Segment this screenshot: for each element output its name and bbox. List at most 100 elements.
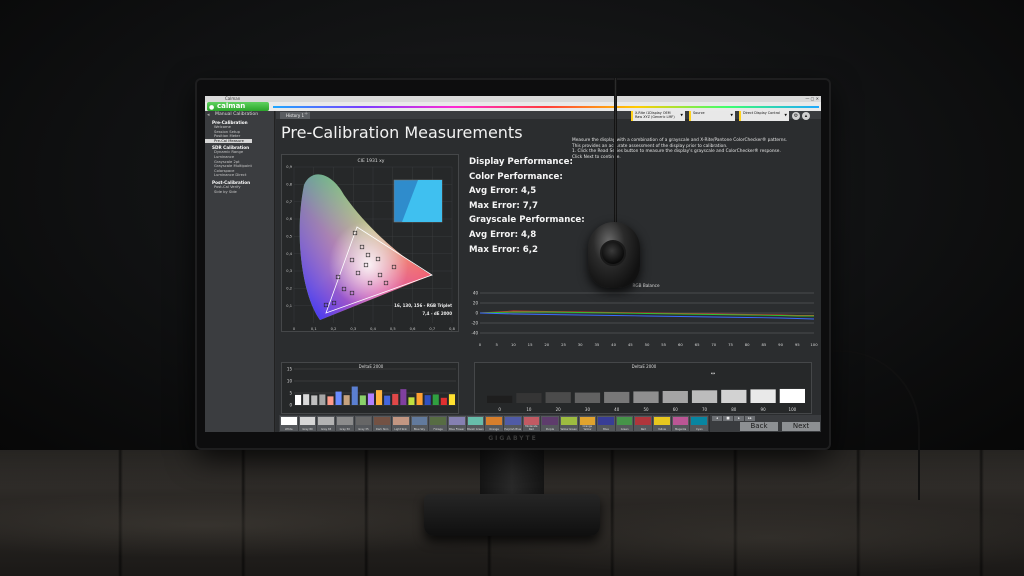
swatch-label: Yellow Green bbox=[560, 428, 577, 431]
x-tick-label: 0 bbox=[498, 407, 501, 412]
patch-swatch[interactable]: Gray 50 bbox=[335, 416, 354, 431]
patch-swatch[interactable]: Orange Yellow bbox=[578, 416, 597, 431]
patch-swatch[interactable]: Bluish Green bbox=[466, 416, 485, 431]
x-tick-label: 75 bbox=[728, 342, 733, 347]
rgb-chart-title: RGB Balance bbox=[632, 283, 659, 288]
color-de-panel: DeltaE 2000 15 10 5 0 bbox=[281, 362, 459, 414]
swatch-color bbox=[430, 417, 446, 425]
display-select-value: Direct Display Control bbox=[743, 111, 781, 115]
swatch-color bbox=[523, 417, 540, 425]
y-tick-label: 40 bbox=[473, 290, 479, 295]
back-label: Back bbox=[750, 422, 768, 430]
de-bar bbox=[319, 394, 326, 405]
cie-title: CIE 1931 xy bbox=[358, 158, 385, 164]
swatch-label: Bluish Green bbox=[467, 428, 484, 431]
swatch-label: White bbox=[285, 428, 293, 431]
stop-icon[interactable]: ■ bbox=[723, 416, 733, 421]
swatch-color bbox=[374, 417, 390, 425]
swatch-label: Yellow bbox=[657, 428, 666, 431]
x-tick-label: 10 bbox=[526, 407, 532, 412]
patch-swatch[interactable]: Yellow Green bbox=[559, 416, 578, 431]
mini-controls: ◂ ■ ▸ ▸▸ bbox=[712, 416, 755, 421]
cie-chart: CIE 1931 xy 0 0,1 0,2 0,3 0,4 0,5 0,6 0,7 0,8 0,9… bbox=[286, 158, 455, 331]
y-tick-label: 0,2 bbox=[286, 287, 292, 291]
swatch-label: Blue Flower bbox=[449, 428, 465, 431]
patch-swatch[interactable]: Gray 80 bbox=[298, 416, 317, 431]
sidebar-heading: Manual Calibration bbox=[215, 112, 259, 117]
y-tick-label: -40 bbox=[471, 330, 478, 335]
patch-swatch-strip: White Gray 80 Gray 65 Gray 50 Gray 35 Dark Sk… bbox=[279, 415, 709, 432]
patch-swatch[interactable]: Blue bbox=[597, 416, 615, 431]
next-button[interactable]: Next bbox=[782, 422, 820, 431]
patch-swatch[interactable]: Yellow bbox=[653, 416, 671, 431]
de-bar bbox=[343, 395, 350, 405]
patch-swatch[interactable]: Purple bbox=[541, 416, 559, 431]
patch-swatch[interactable]: Magenta bbox=[671, 416, 690, 431]
x-tick-label: 0,4 bbox=[370, 327, 376, 331]
swatch-label: Dark Skin bbox=[375, 428, 389, 431]
x-tick-label: 70 bbox=[702, 407, 708, 412]
x-tick-label: 5 bbox=[495, 342, 498, 347]
gray-de-bar bbox=[516, 393, 542, 403]
swatch-label: Foliage bbox=[433, 428, 443, 431]
back-button[interactable]: Back bbox=[740, 422, 778, 431]
play-icon[interactable]: ▸ bbox=[734, 416, 744, 421]
patch-swatch[interactable]: Cyan bbox=[690, 416, 709, 431]
sidebar-item[interactable]: Side by Side bbox=[205, 190, 274, 195]
patch-swatch[interactable]: Foliage bbox=[429, 416, 447, 431]
swatch-color bbox=[467, 417, 484, 425]
y-tick-label: 0 bbox=[289, 402, 292, 407]
x-tick-label: 0,2 bbox=[331, 327, 337, 331]
rgb-balance-panel: RGB Balance 40 20 0 -20 -40 0 5 10 15 20 25 30 35 40 45… bbox=[466, 282, 821, 350]
patch-swatch[interactable]: Green bbox=[615, 416, 634, 431]
display-select[interactable]: Direct Display Control ▼ bbox=[739, 111, 789, 121]
x-tick-label: 100 bbox=[789, 407, 797, 412]
resize-arrows-icon[interactable]: ↔ bbox=[711, 371, 715, 377]
patch-swatch[interactable]: Gray 35 bbox=[354, 416, 373, 431]
x-tick-label: 0,1 bbox=[311, 327, 317, 331]
patch-swatch[interactable]: Blue Sky bbox=[410, 416, 429, 431]
y-tick-label: 0,7 bbox=[286, 200, 292, 204]
patch-swatch[interactable]: Blue Flower bbox=[447, 416, 466, 431]
x-tick-label: 35 bbox=[594, 342, 599, 347]
calman-logo[interactable]: ● calman bbox=[207, 102, 269, 111]
de-bar bbox=[335, 391, 342, 405]
patch-swatch[interactable]: Gray 65 bbox=[317, 416, 335, 431]
meter-select-value: X-Rite i1Display OEM Raw XYZ (Generic LM… bbox=[635, 111, 675, 119]
patch-swatch[interactable]: Orange bbox=[485, 416, 503, 431]
source-select[interactable]: Source ▼ bbox=[689, 111, 735, 121]
x-tick-label: 100 bbox=[810, 342, 818, 347]
x-tick-label: 30 bbox=[585, 407, 591, 412]
prev-patch-icon[interactable]: ◂ bbox=[712, 416, 722, 421]
colorimeter-probe bbox=[588, 222, 640, 288]
sidebar-item[interactable]: Luminance Direct bbox=[205, 173, 274, 178]
de-bar bbox=[367, 393, 374, 405]
next-patch-icon[interactable]: ▸▸ bbox=[745, 416, 755, 421]
patch-swatch[interactable]: Dark Skin bbox=[373, 416, 391, 431]
meter-select[interactable]: X-Rite i1Display OEM Raw XYZ (Generic LM… bbox=[631, 111, 685, 121]
x-tick-label: 90 bbox=[761, 407, 767, 412]
swatch-label: Light Skin bbox=[394, 428, 408, 431]
x-tick-label: 0,7 bbox=[429, 327, 435, 331]
sidebar-back-icon[interactable]: ◂ bbox=[207, 112, 210, 118]
monitor-brand: GIGABYTE bbox=[488, 435, 538, 442]
x-tick-label: 10 bbox=[511, 342, 516, 347]
x-tick-label: 25 bbox=[561, 342, 566, 347]
gear-icon[interactable]: ⚙ bbox=[792, 112, 800, 120]
y-tick-label: 10 bbox=[287, 378, 293, 383]
patch-swatch[interactable]: Moderate Red bbox=[522, 416, 541, 431]
swatch-label: Gray 65 bbox=[320, 428, 332, 431]
patch-swatch[interactable]: White bbox=[280, 416, 298, 431]
patch-swatch[interactable]: Light Skin bbox=[391, 416, 410, 431]
up-arrow-icon[interactable]: ▴ bbox=[802, 112, 810, 120]
add-tab-button[interactable]: + bbox=[304, 111, 308, 117]
y-tick-label: -20 bbox=[471, 320, 478, 325]
swatch-label: Purple bbox=[545, 428, 555, 431]
de-bar bbox=[376, 390, 383, 405]
de-bar bbox=[351, 386, 358, 405]
sidebar-groups: Pre-Calibration Welcome Session Setup Posit… bbox=[205, 120, 274, 194]
patch-swatch[interactable]: Red bbox=[634, 416, 653, 431]
patch-swatch[interactable]: Purplish Blue bbox=[503, 416, 522, 431]
color-max-error: Max Error: 7,7 bbox=[469, 200, 539, 211]
sidebar-item[interactable]: Pre-Cal Measure bbox=[205, 138, 252, 144]
